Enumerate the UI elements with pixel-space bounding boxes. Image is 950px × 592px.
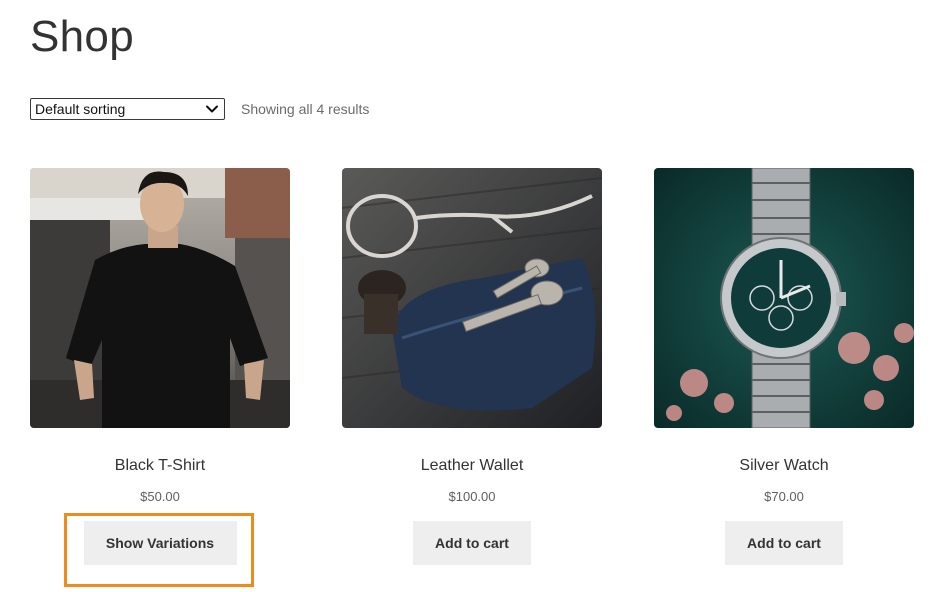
product-card: Leather Wallet $100.00 Add to cart [342,168,602,565]
product-title[interactable]: Black T-Shirt [30,456,290,476]
result-count: Showing all 4 results [241,101,370,117]
shop-toolbar: Default sorting Showing all 4 results [30,97,369,121]
shop-page: Shop Default sorting Showing all 4 resul… [0,0,950,592]
product-title[interactable]: Silver Watch [654,456,914,476]
product-card: Silver Watch $70.00 Add to cart [654,168,914,565]
product-image-silver-watch[interactable] [654,168,914,428]
add-to-cart-button[interactable]: Add to cart [725,521,843,565]
show-variations-button[interactable]: Show Variations [83,521,237,565]
sort-select[interactable]: Default sorting [30,98,225,120]
product-price: $100.00 [448,489,496,504]
product-title[interactable]: Leather Wallet [342,456,602,476]
product-image-leather-wallet[interactable] [342,168,602,428]
product-card: Black T-Shirt $50.00 Show Variations [30,168,290,565]
add-to-cart-button[interactable]: Add to cart [413,521,531,565]
product-price: $70.00 [764,489,804,504]
product-image-black-tshirt[interactable] [30,168,290,428]
chevron-down-icon [205,102,219,116]
product-price: $50.00 [140,489,180,504]
sort-select-value: Default sorting [35,101,126,117]
page-title: Shop [30,12,134,61]
